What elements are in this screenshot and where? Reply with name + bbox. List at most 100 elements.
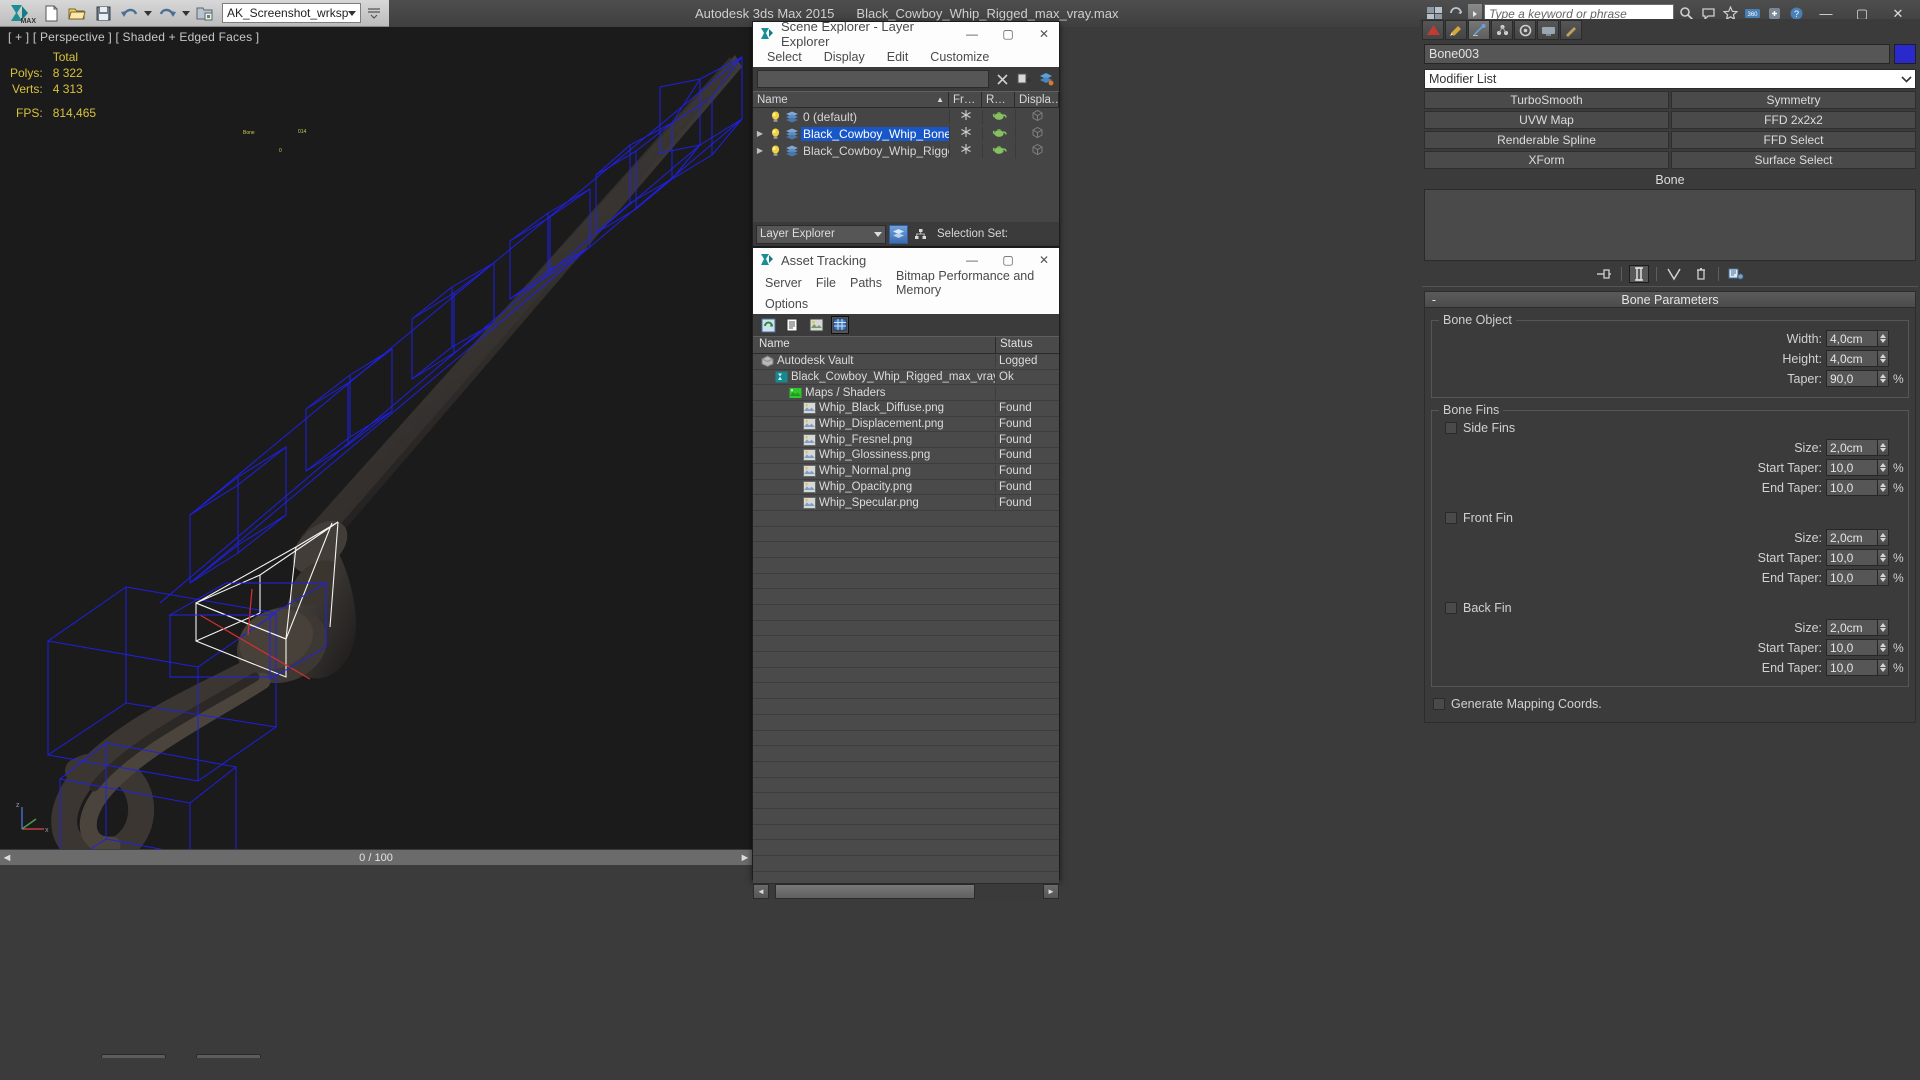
- asset-tracking-empty-row[interactable]: [753, 589, 1059, 605]
- project-folder-icon[interactable]: [192, 1, 218, 25]
- redo-icon[interactable]: [154, 1, 180, 25]
- modifier-list-dropdown[interactable]: Modifier List: [1424, 69, 1916, 89]
- scene-explorer-layer-row[interactable]: 0 (default): [753, 108, 1059, 125]
- bone-object-field-0-spinner[interactable]: [1878, 330, 1889, 347]
- asset-tracking-row[interactable]: Whip_Opacity.png Found: [753, 480, 1059, 496]
- se-menu-edit[interactable]: Edit: [887, 50, 909, 64]
- at-scroll-thumb[interactable]: [775, 884, 975, 899]
- layer-freeze-cell[interactable]: [949, 126, 982, 141]
- bone-parameters-rollout-header[interactable]: - Bone Parameters: [1424, 291, 1916, 308]
- asset-tracking-empty-row[interactable]: [753, 683, 1059, 700]
- at-menu-server[interactable]: Server: [765, 276, 802, 290]
- at-scroll-right-arrow[interactable]: ►: [1043, 884, 1059, 899]
- fin-0-field-0-spinner[interactable]: [1878, 439, 1889, 456]
- se-search-input[interactable]: [757, 70, 989, 88]
- layer-lightbulb-icon[interactable]: [767, 111, 783, 123]
- modifier-stack-list[interactable]: [1424, 189, 1916, 261]
- fin-0-field-2-input[interactable]: 10,0: [1826, 479, 1878, 496]
- configure-modifier-sets-icon[interactable]: [1726, 265, 1746, 283]
- asset-tracking-empty-row[interactable]: [753, 825, 1059, 841]
- generate-mapping-checkbox[interactable]: [1433, 698, 1445, 710]
- asset-tracking-empty-row[interactable]: [753, 558, 1059, 574]
- redo-dropdown-icon[interactable]: [180, 1, 192, 25]
- asset-tracking-file-list[interactable]: Autodesk Vault Logged Black_Cowboy_Whip_Ri…: [753, 354, 1059, 883]
- new-file-icon[interactable]: [38, 1, 64, 25]
- se-menu-select[interactable]: Select: [767, 50, 802, 64]
- asset-tracking-row[interactable]: Whip_Displacement.png Found: [753, 417, 1059, 433]
- asset-tracking-empty-row[interactable]: [753, 778, 1059, 794]
- asset-tracking-row[interactable]: Whip_Fresnel.png Found: [753, 432, 1059, 449]
- tab-modify[interactable]: [1445, 20, 1467, 40]
- 3dsmax-logo-icon[interactable]: MAX: [2, 1, 38, 26]
- asset-tracking-row[interactable]: Whip_Black_Diffuse.png Found: [753, 401, 1059, 417]
- asset-tracking-empty-row[interactable]: [753, 715, 1059, 731]
- asset-tracking-row[interactable]: Whip_Normal.png Found: [753, 464, 1059, 480]
- fin-1-field-0-spinner[interactable]: [1878, 529, 1889, 546]
- fin-2-field-0-input[interactable]: 2,0cm: [1826, 619, 1878, 636]
- fin-1-field-1-spinner[interactable]: [1878, 549, 1889, 566]
- scene-explorer-minimize[interactable]: —: [957, 22, 987, 46]
- se-layer-view-toggle[interactable]: [889, 224, 908, 244]
- workspace-selector[interactable]: AK_Screenshot_wrksp: [222, 3, 362, 23]
- fin-1-field-2-spinner[interactable]: [1878, 569, 1889, 586]
- layer-expander-icon[interactable]: ▶: [753, 146, 767, 155]
- fin-2-field-0-spinner[interactable]: [1878, 619, 1889, 636]
- se-hierarchy-view-toggle[interactable]: [911, 225, 930, 244]
- tab-hierarchy[interactable]: [1468, 20, 1490, 40]
- scene-explorer-close[interactable]: ✕: [1029, 22, 1059, 46]
- fin-0-field-2-spinner[interactable]: [1878, 479, 1889, 496]
- layer-expander-icon[interactable]: ▶: [753, 129, 767, 138]
- fin-2-field-1-spinner[interactable]: [1878, 639, 1889, 656]
- viewport-label[interactable]: [ + ] [ Perspective ] [ Shaded + Edged F…: [8, 30, 259, 44]
- se-layer-stack-icon[interactable]: [1037, 70, 1055, 88]
- save-file-icon[interactable]: [90, 1, 116, 25]
- asset-tracking-empty-row[interactable]: [753, 527, 1059, 543]
- layer-lightbulb-icon[interactable]: [767, 145, 783, 157]
- at-menu-bitmap[interactable]: Bitmap Performance and Memory: [896, 269, 1059, 297]
- asset-tracking-empty-row[interactable]: [753, 699, 1059, 715]
- layer-display-cell[interactable]: [1015, 125, 1059, 142]
- se-menu-customize[interactable]: Customize: [930, 50, 989, 64]
- se-clear-icon[interactable]: [993, 70, 1011, 88]
- layer-render-cell[interactable]: [982, 143, 1015, 158]
- modifier-button[interactable]: UVW Map: [1424, 111, 1669, 129]
- bone-object-field-0-input[interactable]: 4,0cm: [1826, 330, 1878, 347]
- at-grid-view-icon[interactable]: [831, 316, 849, 334]
- asset-tracking-row[interactable]: Black_Cowboy_Whip_Rigged_max_vray.max Ok: [753, 370, 1059, 386]
- object-color-swatch[interactable]: [1894, 44, 1916, 64]
- fin-checkbox[interactable]: [1445, 422, 1457, 434]
- asset-tracking-window[interactable]: Asset Tracking — ▢ ✕ Server File Paths B…: [752, 247, 1060, 899]
- bone-object-field-2-input[interactable]: 90,0: [1826, 370, 1878, 387]
- timeline-next-button[interactable]: ►: [738, 852, 752, 864]
- se-new-layer-icon[interactable]: [1015, 70, 1033, 88]
- fin-1-field-0-input[interactable]: 2,0cm: [1826, 529, 1878, 546]
- pin-stack-icon[interactable]: [1594, 265, 1614, 283]
- fin-0-field-1-spinner[interactable]: [1878, 459, 1889, 476]
- timeline-prev-button[interactable]: ◄: [0, 852, 14, 864]
- asset-tracking-horizontal-scrollbar[interactable]: ◄ ►: [753, 883, 1059, 899]
- make-unique-icon[interactable]: [1664, 265, 1684, 283]
- modifier-button[interactable]: FFD 2x2x2: [1671, 111, 1916, 129]
- asset-tracking-empty-row[interactable]: [753, 731, 1059, 747]
- scene-explorer-layer-row[interactable]: ▶ Black_Cowboy_Whip_Bones: [753, 125, 1059, 142]
- fin-checkbox[interactable]: [1445, 602, 1457, 614]
- at-menu-file[interactable]: File: [816, 276, 836, 290]
- fin-1-field-2-input[interactable]: 10,0: [1826, 569, 1878, 586]
- fin-1-field-1-input[interactable]: 10,0: [1826, 549, 1878, 566]
- asset-tracking-empty-row[interactable]: [753, 511, 1059, 527]
- scene-explorer-maximize[interactable]: ▢: [993, 22, 1023, 46]
- layer-freeze-cell[interactable]: [949, 143, 982, 158]
- bone-object-field-1-input[interactable]: 4,0cm: [1826, 350, 1878, 367]
- tab-motion[interactable]: [1491, 20, 1513, 40]
- layer-display-cell[interactable]: [1015, 108, 1059, 125]
- modifier-button[interactable]: Surface Select: [1671, 151, 1916, 169]
- asset-tracking-empty-row[interactable]: [753, 856, 1059, 872]
- fin-0-field-1-input[interactable]: 10,0: [1826, 459, 1878, 476]
- layer-render-cell[interactable]: [982, 126, 1015, 141]
- fin-2-field-2-spinner[interactable]: [1878, 659, 1889, 676]
- at-menu-options[interactable]: Options: [765, 297, 808, 311]
- remove-modifier-icon[interactable]: [1691, 265, 1711, 283]
- layer-render-cell[interactable]: [982, 109, 1015, 124]
- se-menu-display[interactable]: Display: [824, 50, 865, 64]
- rollout-collapse-icon[interactable]: -: [1425, 293, 1443, 307]
